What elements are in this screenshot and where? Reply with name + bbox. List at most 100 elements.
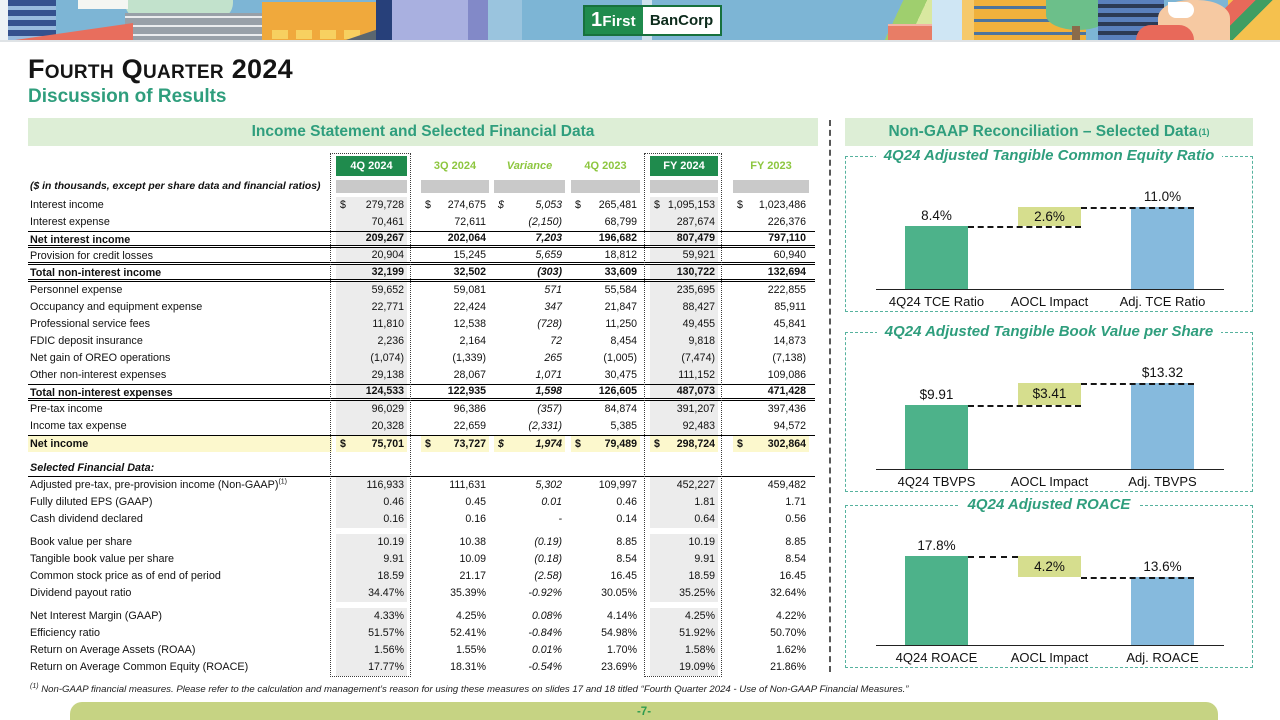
value-cell: 571	[494, 282, 565, 299]
banner-building	[888, 24, 936, 40]
chart-connector	[968, 405, 1081, 407]
chart-category-label: Adj. TCE Ratio	[1098, 294, 1228, 309]
value-cell: 391,207	[650, 401, 718, 418]
value-cell: 126,605	[571, 385, 640, 398]
chart-2: 4Q24 Adjusted Tangible Book Value per Sh…	[845, 332, 1253, 492]
page-title: Fourth Quarter 2024	[28, 54, 293, 85]
value-cell: -0.54%	[494, 659, 565, 676]
value-cell: 0.16	[336, 511, 407, 528]
row-label: Pre-tax income	[28, 401, 332, 418]
chart-start-bar	[905, 405, 968, 469]
row-label: FDIC deposit insurance	[28, 333, 332, 350]
row-label: Net gain of OREO operations	[28, 350, 332, 367]
column-header: FY 2023	[733, 156, 809, 176]
row-label: Other non-interest expenses	[28, 367, 332, 384]
value-cell: 10.19	[650, 534, 718, 551]
chart-start-bar	[905, 556, 968, 645]
value-cell: 12,538	[421, 316, 489, 333]
dollar-sign: $	[737, 197, 743, 214]
chart-title: 4Q24 Adjusted Tangible Book Value per Sh…	[846, 323, 1252, 341]
value-cell: $5,053	[494, 197, 565, 214]
row-label: Personnel expense	[28, 282, 332, 299]
row-label: Professional service fees	[28, 316, 332, 333]
value-cell: $1,023,486	[733, 197, 809, 214]
value-cell: 60,940	[733, 248, 809, 262]
chart-connector	[968, 556, 1018, 558]
value-cell: 235,695	[650, 282, 718, 299]
cell-value: 279,728	[366, 197, 404, 214]
value-cell: $1,095,153	[650, 197, 718, 214]
value-cell: 0.45	[421, 494, 489, 511]
table-row: Other non-interest expenses29,13828,0671…	[28, 367, 815, 384]
value-cell: (728)	[494, 316, 565, 333]
banner-building	[8, 0, 56, 40]
table-spacer	[28, 452, 815, 460]
row-label: Dividend payout ratio	[28, 585, 332, 602]
value-cell: 30.05%	[571, 585, 640, 602]
row-label: Return on Average Assets (ROAA)	[28, 642, 332, 659]
banner-building	[488, 0, 522, 40]
chart-connector	[968, 226, 1081, 228]
table-row: Return on Average Assets (ROAA)1.56%1.55…	[28, 642, 815, 659]
value-cell: 122,935	[421, 385, 489, 398]
row-label: Net Interest Margin (GAAP)	[28, 608, 332, 625]
table-row: Total non-interest income32,19932,502(30…	[28, 265, 815, 282]
value-cell: (0.18)	[494, 551, 565, 568]
chart-title-text: 4Q24 Adjusted Tangible Common Equity Rat…	[876, 147, 1223, 164]
cell-value: 302,864	[768, 436, 806, 452]
value-cell: 32,199	[336, 265, 407, 279]
value-cell: 20,328	[336, 418, 407, 435]
banner-shape	[1136, 25, 1194, 40]
dollar-sign: $	[340, 197, 346, 214]
table-row: Personnel expense59,65259,08157155,58423…	[28, 282, 815, 299]
units-band-cell	[336, 176, 407, 197]
value-cell: (2,331)	[494, 418, 565, 435]
chart-title: 4Q24 Adjusted Tangible Common Equity Rat…	[846, 147, 1252, 165]
right-panel-header: Non-GAAP Reconciliation – Selected Data(…	[845, 118, 1253, 146]
income-statement-table: 4Q 20243Q 2024Variance4Q 2023FY 2024FY 2…	[28, 152, 815, 680]
value-cell: $75,701	[336, 436, 407, 452]
value-cell: 55,584	[571, 282, 640, 299]
value-cell: 797,110	[733, 232, 809, 245]
banner-shape	[1168, 2, 1194, 18]
value-cell: 4.33%	[336, 608, 407, 625]
dollar-sign: $	[654, 197, 660, 214]
table-row: Net interest income209,267202,0647,20319…	[28, 231, 815, 248]
row-label: Selected Financial Data:	[28, 460, 332, 476]
value-cell: 17.77%	[336, 659, 407, 676]
value-cell: 59,081	[421, 282, 489, 299]
value-cell: 265	[494, 350, 565, 367]
banner-building	[468, 0, 488, 40]
units-band	[494, 180, 565, 193]
value-cell: 111,152	[650, 367, 718, 384]
table-row: Selected Financial Data:	[28, 460, 815, 477]
value-cell: $279,728	[336, 197, 407, 214]
units-band-cell	[571, 176, 640, 197]
value-cell: 35.25%	[650, 585, 718, 602]
chart-plot: 17.8%4.2%13.6%4Q24 ROACEAOCL ImpactAdj. …	[846, 526, 1252, 667]
chart-connector	[1081, 577, 1194, 579]
value-cell: 471,428	[733, 385, 809, 398]
value-cell: 94,572	[733, 418, 809, 435]
chart-end-bar	[1131, 207, 1194, 289]
cell-value: 79,489	[605, 436, 637, 452]
banner-shape	[962, 0, 974, 40]
chart-title-text: 4Q24 Adjusted Tangible Book Value per Sh…	[877, 323, 1221, 340]
units-band	[733, 180, 809, 193]
value-cell: 18.59	[336, 568, 407, 585]
table-row: Fully diluted EPS (GAAP)0.460.450.010.46…	[28, 494, 815, 511]
value-cell: (1,339)	[421, 350, 489, 367]
left-panel-title: Income Statement and Selected Financial …	[252, 123, 595, 141]
chart-axis	[876, 469, 1224, 470]
value-cell: (2,150)	[494, 214, 565, 231]
row-label: Income tax expense	[28, 418, 332, 435]
value-cell: 0.01%	[494, 642, 565, 659]
chart-category-label: AOCL Impact	[985, 474, 1115, 489]
table-row: Occupancy and equipment expense22,77122,…	[28, 299, 815, 316]
chart-title-text: 4Q24 Adjusted ROACE	[960, 496, 1139, 513]
chart-connector	[1081, 383, 1194, 385]
chart-value-label: 8.4%	[892, 208, 982, 223]
value-cell: 1.70%	[571, 642, 640, 659]
column-header: 4Q 2023	[571, 156, 640, 176]
value-cell: (7,138)	[733, 350, 809, 367]
